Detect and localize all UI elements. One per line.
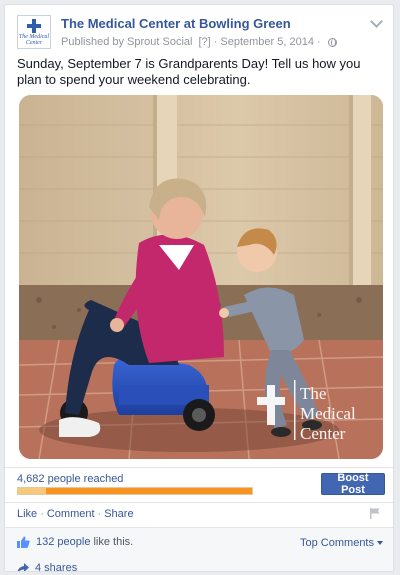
post-photo[interactable]: The Medical Center [19,95,383,459]
post-header: The Medical Center The Medical Center at… [17,15,383,59]
page-name-link[interactable]: The Medical Center at Bowling Green [61,16,291,31]
watermark-line-3: Center [300,424,346,443]
likes-suffix: like this. [93,536,134,548]
divider-middle [5,502,393,503]
like-link[interactable]: Like [17,508,37,520]
insights-row: 4,682 people reached Boost Post [17,470,385,500]
thumbs-up-icon [17,536,30,548]
shares-count: 4 shares [35,562,78,572]
share-link[interactable]: Share [104,508,133,520]
reach-link[interactable]: 4,682 people reached [17,473,123,485]
social-summary: 132 people like this. Top Comments 4 sha… [5,528,393,572]
globe-icon [327,37,337,47]
post-date[interactable]: September 5, 2014 [220,36,314,48]
chevron-down-icon[interactable] [370,15,383,28]
medical-cross-icon [27,18,41,33]
flag-icon[interactable] [369,507,381,519]
help-marker[interactable]: [?] [198,36,210,48]
page-avatar[interactable]: The Medical Center [17,15,51,49]
watermark-line-2: Medical [300,404,356,423]
likes-line: 132 people like this. [17,536,133,548]
post-card: The Medical Center The Medical Center at… [4,4,394,572]
reach-organic-fill [18,488,47,494]
boost-post-button[interactable]: Boost Post [321,472,385,496]
top-comments-dropdown[interactable]: Top Comments [300,537,383,549]
post-actions: Like · Comment · Share [17,508,134,520]
watermark-line-1: The [300,384,326,403]
caret-down-icon [377,541,383,545]
reach-bar[interactable] [17,487,253,495]
share-icon [17,562,29,571]
post-meta: Published by Sprout Social [?] · Septemb… [61,36,337,48]
top-comments-label: Top Comments [300,537,374,549]
shares-line[interactable]: 4 shares [17,562,78,572]
post-text: Sunday, September 7 is Grandparents Day!… [17,56,361,87]
photo-illustration: The Medical Center [19,95,383,459]
divider-top [5,467,393,468]
published-by[interactable]: Published by Sprout Social [61,36,192,48]
likes-count-link[interactable]: 132 people [36,536,90,548]
comment-link[interactable]: Comment [47,508,95,520]
avatar-logo-text: The Medical Center [18,33,50,46]
